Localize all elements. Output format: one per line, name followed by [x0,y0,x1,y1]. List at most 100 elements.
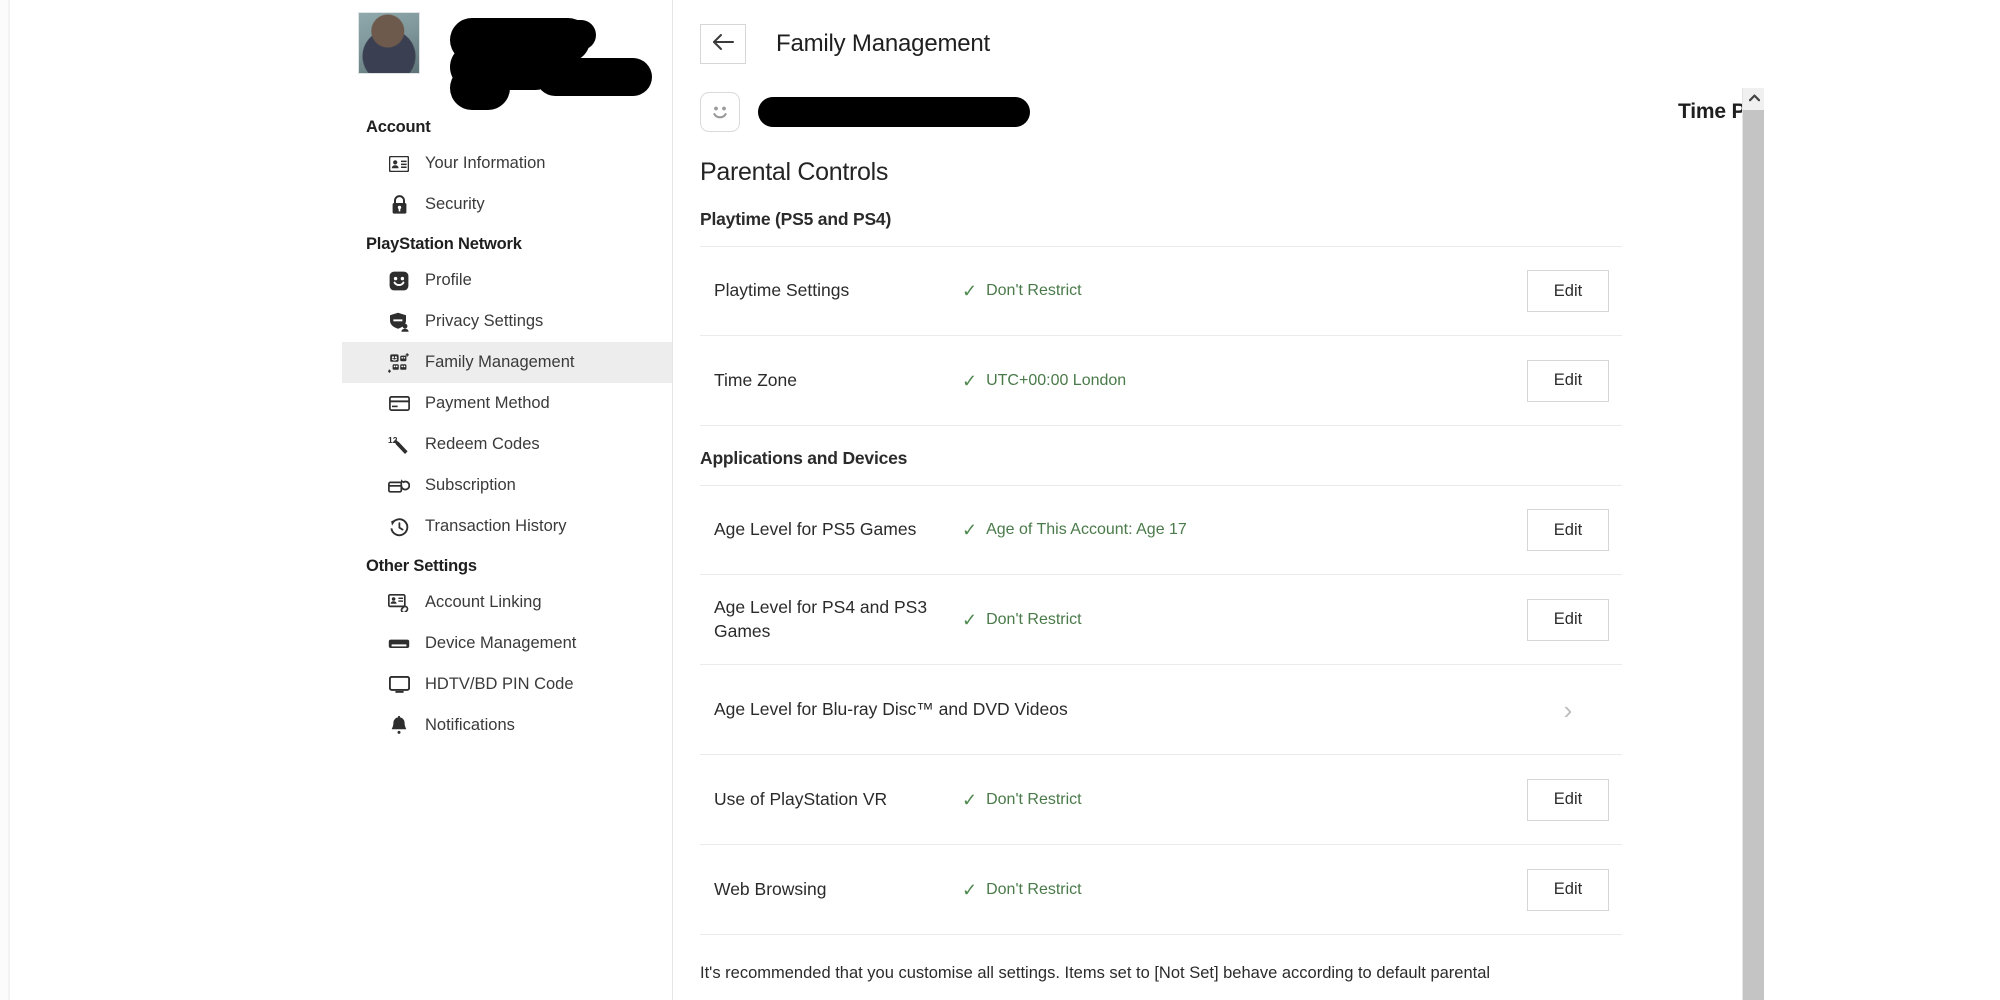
setting-row-web-browsing: Web Browsing ✓ Don't Restrict Edit [700,845,1622,935]
parental-controls-footnote: It's recommended that you customise all … [700,964,1491,982]
code-scratch-icon: 12 [388,434,410,456]
page-root: Account Your Information Security PlaySt… [0,0,2000,1000]
sidebar-group-title-psn: PlayStation Network [366,235,522,253]
sidebar-item-label: Security [425,195,485,213]
sidebar-item-label: Subscription [425,476,516,494]
row-label: Age Level for PS5 Games [714,519,917,540]
sidebar-item-label: Notifications [425,716,515,734]
row-label: Use of PlayStation VR [714,788,888,809]
sidebar-item-label: Account Linking [425,593,542,611]
sidebar-item-label: HDTV/BD PIN Code [425,675,574,693]
setting-row-playtime-settings: Playtime Settings ✓ Don't Restrict Edit [700,246,1622,336]
playtime-rows: Playtime Settings ✓ Don't Restrict Edit … [700,246,1622,426]
edit-button[interactable]: Edit [1527,778,1609,821]
edit-button[interactable]: Edit [1527,359,1609,402]
redacted-member-name [758,97,1030,127]
sidebar-item-label: Your Information [425,154,546,172]
sidebar-item-label: Privacy Settings [425,312,544,330]
check-icon: ✓ [962,520,978,540]
setting-row-age-level-ps5-games: Age Level for PS5 Games ✓ Age of This Ac… [700,485,1622,575]
smiley-face-icon [388,270,410,292]
sidebar-group-title-other: Other Settings [366,557,477,575]
sidebar-item-profile[interactable]: Profile [342,260,672,301]
chevron-up-icon [1748,93,1760,105]
row-label: Time Zone [714,369,797,390]
applications-devices-rows: Age Level for PS5 Games ✓ Age of This Ac… [700,485,1622,935]
edit-button[interactable]: Edit [1527,509,1609,551]
sidebar-profile-header [342,0,672,110]
sidebar-item-hdtv-bd-pin-code[interactable]: HDTV/BD PIN Code [342,664,672,705]
setting-row-playstation-vr: Use of PlayStation VR ✓ Don't Restrict E… [700,755,1622,845]
subscription-refresh-icon [388,475,410,497]
edit-button[interactable]: Edit [1527,598,1609,641]
check-icon: ✓ [962,789,978,810]
right-blank-area [1764,0,2000,1000]
id-card-link-icon [388,592,410,614]
edit-button[interactable]: Edit [1527,868,1609,911]
smiley-face-avatar-icon[interactable] [700,92,740,132]
main-panel: Family Management Time Played Today: 00:… [673,0,2000,1000]
sidebar: Account Your Information Security PlaySt… [342,0,673,1000]
row-value: ✓ Don't Restrict [962,791,1527,809]
sidebar-item-redeem-codes[interactable]: 12 Redeem Codes [342,424,672,465]
vertical-scrollbar[interactable] [1742,88,1765,1000]
row-label: Playtime Settings [714,280,850,301]
row-value-text: Don't Restrict [986,610,1082,628]
back-button[interactable] [700,24,746,64]
check-icon: ✓ [962,281,978,301]
sidebar-item-privacy-settings[interactable]: Privacy Settings [342,301,672,342]
sidebar-item-account-linking[interactable]: Account Linking [342,582,672,623]
tv-monitor-icon [388,674,410,696]
arrow-left-icon [711,32,735,57]
bell-icon [388,715,410,737]
sidebar-item-subscription[interactable]: Subscription [342,465,672,506]
lock-icon [388,194,410,216]
row-value: ✓ Don't Restrict [962,282,1527,300]
redacted-username [450,14,652,110]
page-title: Family Management [776,30,991,57]
sidebar-item-family-management[interactable]: Family Management [342,342,672,383]
sidebar-item-label: Family Management [425,353,575,371]
chevron-right-icon[interactable]: › [1527,697,1609,723]
setting-row-age-level-bluray-dvd[interactable]: Age Level for Blu-ray Disc™ and DVD Vide… [700,665,1622,755]
sidebar-item-your-information[interactable]: Your Information [342,143,672,184]
sidebar-group-title-account: Account [366,118,431,136]
row-value-text: Don't Restrict [986,282,1082,299]
sidebar-item-device-management[interactable]: Device Management [342,623,672,664]
check-icon: ✓ [962,370,978,391]
clock-history-icon [388,516,410,538]
shield-person-icon [388,311,410,333]
setting-row-time-zone: Time Zone ✓ UTC+00:00 London Edit [700,336,1622,426]
sidebar-item-label: Payment Method [425,394,550,412]
row-value-text: Don't Restrict [986,880,1082,898]
sidebar-item-notifications[interactable]: Notifications [342,705,672,746]
check-icon: ✓ [962,879,978,900]
row-value: ✓ Don't Restrict [962,881,1527,899]
sidebar-item-label: Device Management [425,634,577,652]
setting-row-age-level-ps4-ps3-games: Age Level for PS4 and PS3 Games ✓ Don't … [700,575,1622,665]
row-value-text: UTC+00:00 London [986,371,1127,389]
row-label: Web Browsing [714,878,827,899]
row-value-text: Don't Restrict [986,790,1082,808]
sidebar-item-payment-method[interactable]: Payment Method [342,383,672,424]
scroll-up-button[interactable] [1743,88,1765,110]
row-value: ✓ UTC+00:00 London [962,372,1527,390]
left-blank-area [10,0,342,1000]
family-group-icon [388,352,410,374]
id-card-icon [388,153,410,175]
row-value: ✓ Don't Restrict [962,611,1527,629]
sidebar-item-security[interactable]: Security [342,184,672,225]
row-label: Age Level for PS4 and PS3 Games [714,596,928,641]
left-gutter [0,0,8,1000]
sidebar-item-label: Redeem Codes [425,435,540,453]
row-value-text: Age of This Account: Age 17 [986,521,1187,538]
sidebar-item-transaction-history[interactable]: Transaction History [342,506,672,547]
check-icon: ✓ [962,609,978,630]
user-avatar-image[interactable] [358,12,420,74]
sidebar-item-label: Profile [425,271,472,289]
device-icon [388,633,410,655]
row-value: ✓ Age of This Account: Age 17 [962,521,1527,539]
row-label: Age Level for Blu-ray Disc™ and DVD Vide… [714,698,1068,719]
edit-button[interactable]: Edit [1527,270,1609,312]
scrollbar-thumb[interactable] [1743,110,1765,1000]
